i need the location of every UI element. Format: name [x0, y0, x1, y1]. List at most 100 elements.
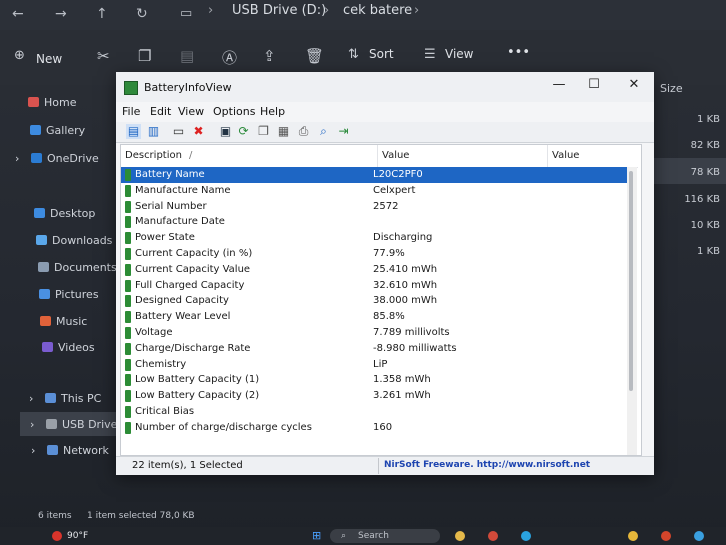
share-icon[interactable]: ⇪ — [263, 47, 276, 65]
view-icon[interactable]: ☰ — [424, 47, 436, 62]
sidebar-item-label: This PC — [61, 392, 102, 405]
weather-alert-icon[interactable] — [52, 531, 62, 541]
refresh-icon[interactable]: ⟳ — [236, 124, 251, 139]
save-icon[interactable]: ▣ — [218, 124, 233, 139]
menu-help[interactable]: Help — [260, 105, 285, 118]
table-row[interactable]: Charge/Discharge Rate -8.980 milliwatts — [121, 341, 637, 357]
sidebar-item-label: Music — [56, 315, 88, 328]
usb-drive-icon — [46, 419, 57, 429]
sidebar-item-this-pc[interactable]: This PC — [45, 392, 101, 405]
expand-chevron-icon[interactable]: › — [15, 152, 19, 165]
close-icon[interactable]: ✕ — [621, 77, 647, 92]
browser-taskbar-icon[interactable] — [521, 531, 531, 541]
tray-app-icon[interactable] — [661, 531, 671, 541]
description-cell: Manufacture Name — [135, 184, 231, 196]
column-header-value2[interactable]: Value — [547, 145, 638, 168]
status-separator — [378, 458, 379, 474]
breadcrumb-folder[interactable]: cek batere — [343, 3, 412, 18]
start-icon[interactable]: ⊞ — [312, 529, 321, 542]
breadcrumb-usb-drive[interactable]: USB Drive (D:) — [232, 3, 326, 18]
battery-icon — [125, 279, 131, 292]
sidebar-item-music[interactable]: Music — [40, 315, 87, 328]
report-icon[interactable]: ▦ — [276, 124, 291, 139]
table-row[interactable]: Battery Name L20C2PF0 — [121, 167, 637, 183]
table-row[interactable]: Chemistry LiP — [121, 357, 637, 373]
table-row[interactable]: Serial Number 2572 — [121, 199, 637, 215]
refresh-icon[interactable]: ↻ — [136, 6, 148, 22]
table-row[interactable]: Designed Capacity 38.000 mWh — [121, 293, 637, 309]
find-icon[interactable]: ⌕ — [316, 124, 331, 139]
app-taskbar-icon[interactable] — [488, 531, 498, 541]
expand-chevron-icon[interactable]: › — [29, 392, 33, 405]
properties-icon[interactable]: ▤ — [126, 124, 141, 139]
table-row[interactable]: Full Charged Capacity 32.610 mWh — [121, 278, 637, 294]
file-size-cell: 82 KB — [690, 140, 720, 151]
forward-arrow-icon[interactable]: → — [55, 6, 67, 22]
view-button[interactable]: View — [445, 47, 473, 61]
value-cell: L20C2PF0 — [373, 169, 423, 180]
sidebar-item-desktop[interactable]: Desktop — [34, 207, 95, 220]
back-arrow-icon[interactable]: ← — [12, 6, 24, 22]
plus-icon[interactable]: ⊕ — [14, 48, 25, 63]
sort-button[interactable]: Sort — [369, 47, 394, 61]
table-row[interactable]: Battery Wear Level 85.8% — [121, 309, 637, 325]
sidebar-item-label: Pictures — [55, 288, 99, 301]
file-explorer-taskbar-icon[interactable] — [455, 531, 465, 541]
scrollbar-thumb[interactable] — [629, 171, 633, 391]
delete-x-icon[interactable]: ✖ — [191, 124, 206, 139]
maximize-icon[interactable]: ☐ — [581, 77, 607, 92]
table-row[interactable]: Low Battery Capacity (2) 3.261 mWh — [121, 388, 637, 404]
column-header-value2-label: Value — [552, 150, 580, 161]
value-cell: Celxpert — [373, 184, 416, 196]
size-column-header[interactable]: Size — [660, 82, 683, 95]
sidebar-item-videos[interactable]: Videos — [42, 341, 95, 354]
sidebar-item-pictures[interactable]: Pictures — [39, 288, 99, 301]
sidebar-item-network[interactable]: Network — [47, 444, 109, 457]
explorer-item-count: 6 items — [38, 511, 72, 521]
tray-app-icon[interactable] — [694, 531, 704, 541]
menu-options[interactable]: Options — [213, 105, 255, 118]
table-row[interactable]: Manufacture Date — [121, 214, 637, 230]
sort-icon[interactable]: ⇅ — [348, 47, 359, 62]
column-header-value[interactable]: Value — [377, 145, 548, 168]
exit-icon[interactable]: ⇥ — [336, 124, 351, 139]
window-view-icon[interactable]: ▭ — [171, 124, 186, 139]
battery-list-icon[interactable]: ▥ — [146, 124, 161, 139]
cut-icon[interactable]: ✂ — [97, 47, 110, 65]
table-row[interactable]: Manufacture Name Celxpert — [121, 183, 637, 199]
sidebar-item-gallery[interactable]: Gallery — [30, 124, 85, 137]
sidebar-item-home[interactable]: Home — [28, 96, 76, 109]
nirsoft-link[interactable]: NirSoft Freeware. http://www.nirsoft.net — [384, 460, 590, 470]
tray-app-icon[interactable] — [628, 531, 638, 541]
menu-view[interactable]: View — [178, 105, 204, 118]
sidebar-item-documents[interactable]: Documents — [38, 261, 117, 274]
menu-edit[interactable]: Edit — [150, 105, 171, 118]
column-header-description[interactable]: Description / — [121, 145, 377, 168]
more-options-button[interactable]: ••• — [507, 45, 530, 60]
table-row[interactable]: Voltage 7.789 millivolts — [121, 325, 637, 341]
expand-chevron-icon[interactable]: › — [30, 418, 34, 431]
description-cell: Serial Number — [135, 200, 207, 212]
copy-icon[interactable]: ❐ — [256, 124, 271, 139]
table-row[interactable]: Current Capacity (in %) 77.9% — [121, 246, 637, 262]
copy-icon[interactable]: ❐ — [138, 47, 151, 65]
value-cell: 3.261 mWh — [373, 390, 431, 402]
table-row[interactable]: Power State Discharging — [121, 230, 637, 246]
expand-chevron-icon[interactable]: › — [31, 444, 35, 457]
monitor-icon: ▭ — [180, 6, 193, 21]
table-row[interactable]: Critical Bias — [121, 404, 637, 420]
new-button[interactable]: New — [36, 52, 62, 66]
table-row[interactable]: Low Battery Capacity (1) 1.358 mWh — [121, 372, 637, 388]
html-report-icon[interactable]: ⎙ — [296, 124, 311, 139]
menu-file[interactable]: File — [122, 105, 140, 118]
minimize-icon[interactable]: — — [546, 77, 572, 92]
delete-icon[interactable]: 🗑 — [305, 47, 324, 65]
table-row[interactable]: Number of charge/discharge cycles 160 — [121, 420, 637, 436]
weather-temperature[interactable]: 90°F — [67, 531, 88, 541]
rename-icon[interactable]: Ⓐ — [222, 47, 237, 68]
up-arrow-icon[interactable]: ↑ — [96, 6, 108, 22]
sidebar-item-downloads[interactable]: Downloads — [36, 234, 112, 247]
sidebar-item-onedrive[interactable]: OneDrive — [31, 152, 99, 165]
chevron-right-icon: › — [414, 3, 420, 18]
table-row[interactable]: Current Capacity Value 25.410 mWh — [121, 262, 637, 278]
